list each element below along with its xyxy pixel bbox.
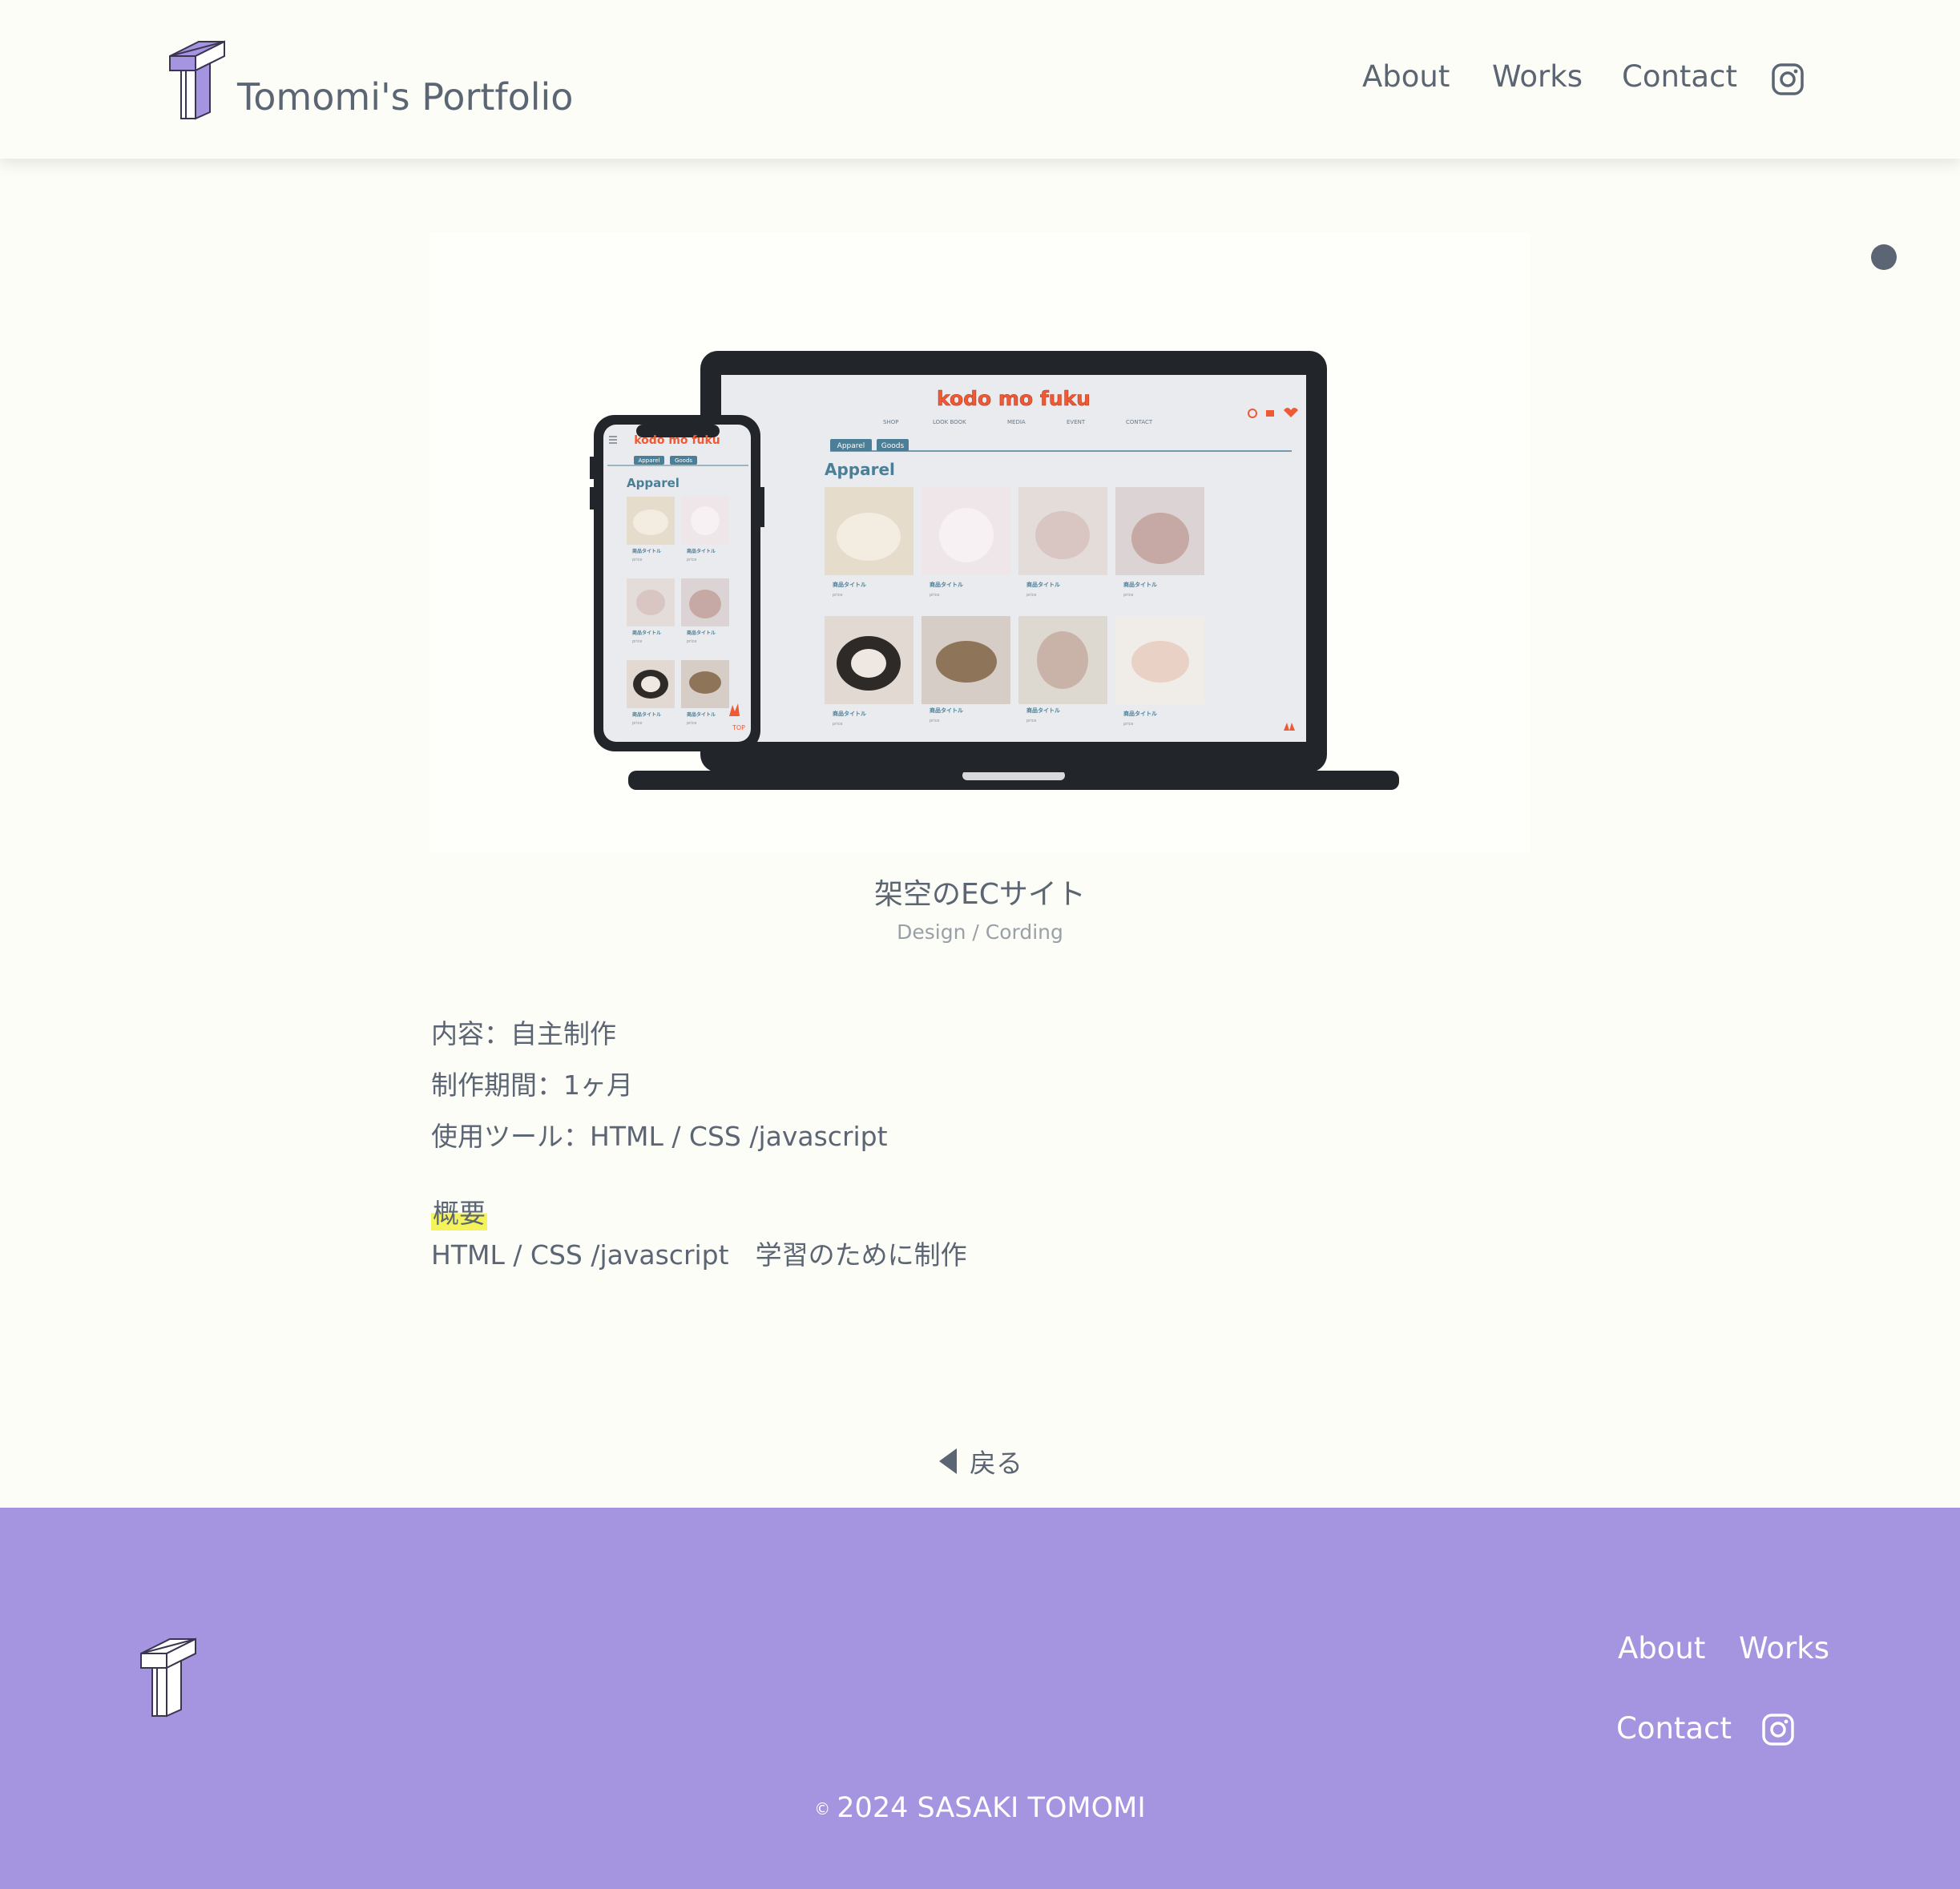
detail-content: 内容：自主制作 (431, 1018, 616, 1049)
detail-tools: 使用ツール：HTML / CSS /javascript (431, 1121, 888, 1152)
back-arrow-icon (939, 1448, 957, 1474)
phone-top-label: TOP (732, 724, 745, 731)
laptop-nav-media: MEDIA (1007, 419, 1026, 425)
logo-icon[interactable] (167, 38, 228, 123)
svg-text:price: price (833, 593, 842, 598)
svg-text:price: price (687, 721, 696, 726)
svg-text:price: price (632, 558, 642, 562)
footer-link-about[interactable]: About (1618, 1631, 1705, 1665)
svg-text:商品タイトル: 商品タイトル (632, 711, 661, 718)
svg-text:商品タイトル: 商品タイトル (1026, 707, 1060, 714)
phone-brand: kodo mo fuku (634, 434, 720, 447)
work-subtitle: Design / Cording (897, 920, 1063, 944)
svg-text:商品タイトル: 商品タイトル (833, 710, 866, 717)
nav-works[interactable]: Works (1492, 59, 1583, 94)
detail-duration: 制作期間：1ヶ月 (431, 1069, 633, 1101)
svg-text:price: price (1123, 593, 1133, 598)
svg-text:Apparel: Apparel (639, 457, 660, 464)
laptop-nav-event: EVENT (1067, 419, 1086, 425)
work-mockup-image: kodo mo fuku SHOP LOOK BOOK MEDIA EVENT … (430, 232, 1530, 853)
svg-text:商品タイトル: 商品タイトル (687, 548, 716, 554)
svg-text:商品タイトル: 商品タイトル (1026, 581, 1060, 588)
footer-link-contact[interactable]: Contact (1616, 1711, 1732, 1746)
svg-text:price: price (833, 722, 842, 727)
svg-text:商品タイトル: 商品タイトル (632, 548, 661, 554)
svg-text:商品タイトル: 商品タイトル (833, 581, 866, 588)
svg-text:商品タイトル: 商品タイトル (1123, 710, 1157, 717)
laptop-nav-lookbook: LOOK BOOK (933, 419, 966, 425)
svg-text:商品タイトル: 商品タイトル (632, 630, 661, 636)
svg-text:price: price (632, 721, 642, 726)
svg-text:price: price (1123, 722, 1133, 727)
laptop-screen (721, 375, 1306, 742)
instagram-icon[interactable] (1771, 62, 1805, 96)
nav-contact[interactable]: Contact (1622, 59, 1737, 94)
laptop-tab-goods: Goods (881, 442, 905, 450)
svg-text:商品タイトル: 商品タイトル (930, 707, 963, 714)
svg-text:price: price (632, 639, 642, 644)
svg-text:商品タイトル: 商品タイトル (687, 630, 716, 636)
copyright-symbol: © (814, 1799, 831, 1819)
cursor-dot (1871, 244, 1897, 270)
site-title[interactable]: Tomomi's Portfolio (237, 75, 573, 119)
site-header: Tomomi's Portfolio About Works Contact (0, 0, 1960, 159)
footer-logo-icon[interactable] (138, 1636, 199, 1721)
svg-text:商品タイトル: 商品タイトル (1123, 581, 1157, 588)
svg-text:Goods: Goods (675, 457, 692, 464)
svg-text:price: price (930, 593, 939, 598)
svg-text:price: price (1026, 719, 1036, 723)
laptop-heading: Apparel (825, 460, 895, 479)
phone-heading: Apparel (627, 476, 680, 490)
back-button[interactable]: 戻る (939, 1442, 1022, 1480)
site-footer: About Works Contact © 2024 SASAKI TOMOMI (0, 1508, 1960, 1889)
svg-text:price: price (930, 719, 939, 723)
nav-about[interactable]: About (1362, 59, 1450, 94)
svg-text:price: price (687, 558, 696, 562)
footer-instagram-icon[interactable] (1761, 1713, 1795, 1746)
back-label: 戻る (970, 1448, 1022, 1479)
work-title: 架空のECサイト (874, 878, 1086, 911)
overview-label: 概要 (431, 1192, 487, 1230)
svg-text:商品タイトル: 商品タイトル (687, 711, 716, 718)
svg-text:price: price (1026, 593, 1036, 598)
svg-text:price: price (687, 639, 696, 644)
laptop-nav-contact: CONTACT (1126, 419, 1153, 425)
laptop-brand: kodo mo fuku (937, 387, 1091, 410)
overview-text: HTML / CSS /javascript 学習のために制作 (431, 1239, 967, 1271)
copyright: © 2024 SASAKI TOMOMI (0, 1792, 1960, 1824)
svg-text:商品タイトル: 商品タイトル (930, 581, 963, 588)
footer-link-works[interactable]: Works (1739, 1631, 1829, 1665)
copyright-text: 2024 SASAKI TOMOMI (837, 1792, 1146, 1824)
laptop-nav-shop: SHOP (883, 419, 898, 425)
laptop-tab-apparel: Apparel (837, 442, 865, 450)
